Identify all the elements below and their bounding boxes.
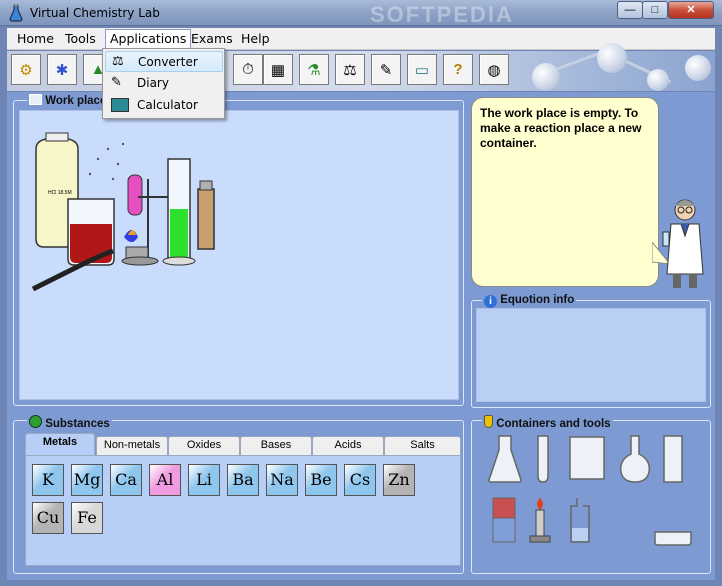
element-cs[interactable]: Cs [344, 464, 376, 496]
element-ca[interactable]: Ca [110, 464, 142, 496]
scale-icon: ⚖ [343, 61, 357, 79]
molecule-decor [647, 69, 669, 91]
menu-item-diary[interactable]: ✎ Diary [105, 73, 223, 94]
info-icon: i [484, 295, 497, 308]
beaker-icon[interactable] [567, 434, 607, 484]
substance-tabs: Metals Non-metals Oxides Bases Acids Sal… [25, 433, 461, 456]
notes-button[interactable]: ✎ [371, 54, 401, 85]
diary-icon: ✎ [111, 75, 122, 90]
title-bar: Virtual Chemistry Lab SOFTPEDIA — □ ✕ [0, 0, 722, 27]
element-zn[interactable]: Zn [383, 464, 415, 496]
scale-button[interactable]: ⚖ [335, 54, 365, 85]
substances-icon [29, 415, 42, 428]
minimize-button[interactable]: — [617, 1, 643, 19]
equation-info-title: i Equotion info [482, 294, 577, 308]
dish-button[interactable]: ◍ [479, 54, 509, 85]
element-li[interactable]: Li [188, 464, 220, 496]
element-be[interactable]: Be [305, 464, 337, 496]
message-bubble: The work place is empty. To make a react… [471, 97, 659, 287]
work-place-title: Work place [27, 94, 109, 107]
menu-help[interactable]: Help [237, 31, 274, 46]
cylinder-icon[interactable] [661, 434, 685, 484]
work-place-area[interactable]: HCl 18.5M [19, 110, 459, 400]
menu-item-converter[interactable]: ⚖ Converter [105, 51, 223, 72]
tab-metals[interactable]: Metals [25, 433, 95, 456]
element-fe[interactable]: Fe [71, 502, 103, 534]
metals-tab-content: K Mg Ca Al Li Ba Na Be Cs Zn Cu Fe [25, 455, 461, 566]
test-tube-icon[interactable] [535, 434, 551, 484]
help-button[interactable]: ? [443, 54, 473, 85]
gear-button[interactable]: ⚙ [11, 54, 41, 85]
molecule-decor [532, 63, 560, 91]
element-na[interactable]: Na [266, 464, 298, 496]
containers-icon [484, 415, 493, 428]
lab-equipment-illustration: HCl 18.5M [31, 132, 215, 292]
element-cu[interactable]: Cu [32, 502, 64, 534]
equation-info-area [476, 308, 706, 402]
watermark: SOFTPEDIA [370, 2, 514, 27]
round-flask-icon[interactable] [617, 434, 653, 484]
gear-icon: ⚙ [19, 61, 33, 79]
erlenmeyer-flask-icon[interactable] [487, 434, 523, 484]
window-title: Virtual Chemistry Lab [30, 6, 160, 20]
tab-bases[interactable]: Bases [240, 436, 312, 455]
element-k[interactable]: K [32, 464, 64, 496]
flask-app-icon [9, 4, 23, 22]
tab-acids[interactable]: Acids [312, 436, 384, 455]
dish-icon: ◍ [487, 61, 501, 79]
element-ba[interactable]: Ba [227, 464, 259, 496]
close-button[interactable]: ✕ [668, 1, 714, 19]
molecule-decor [685, 55, 711, 81]
applications-dropdown: ⚖ Converter ✎ Diary Calculator [102, 48, 225, 119]
stopwatch-button[interactable]: ⏱ [233, 54, 263, 85]
gas-flask-icon[interactable] [567, 496, 593, 546]
tab-salts[interactable]: Salts [384, 436, 461, 455]
beakers-button[interactable]: ⚗ [299, 54, 329, 85]
dish-icon[interactable] [653, 528, 693, 548]
tab-non-metals[interactable]: Non-metals [96, 436, 168, 455]
burner-icon[interactable] [527, 496, 553, 546]
notes-icon: ✎ [379, 61, 393, 79]
menu-tools[interactable]: Tools [61, 31, 100, 46]
tab-oxides[interactable]: Oxides [168, 436, 240, 455]
scale-icon: ⚖ [112, 54, 124, 69]
element-mg[interactable]: Mg [71, 464, 103, 496]
table-icon: ▦ [270, 61, 286, 79]
workplace-icon [29, 94, 42, 105]
menu-exams[interactable]: Exams [187, 31, 237, 46]
stopwatch-icon: ⏱ [242, 61, 254, 78]
containers-title: Containers and tools [482, 415, 613, 430]
display-icon: ▭ [414, 61, 430, 79]
display-button[interactable]: ▭ [407, 54, 437, 85]
menu-item-calculator[interactable]: Calculator [105, 95, 223, 116]
beakers-icon: ⚗ [307, 61, 321, 79]
menu-applications[interactable]: Applications [105, 29, 192, 49]
molecule-icon: ✱ [55, 61, 69, 79]
scientist-icon [662, 199, 704, 288]
maximize-button[interactable]: □ [642, 1, 668, 19]
menu-home[interactable]: Home [13, 31, 58, 46]
element-al[interactable]: Al [149, 464, 181, 496]
substances-title: Substances [27, 415, 112, 430]
bottle-label: HCl 18.5M [48, 190, 72, 196]
help-icon: ? [453, 61, 463, 78]
molecule-button[interactable]: ✱ [47, 54, 77, 85]
cooler-block-icon[interactable] [491, 496, 517, 546]
calculator-icon [111, 98, 129, 112]
table-button[interactable]: ▦ [263, 54, 293, 85]
molecule-decor [597, 43, 627, 73]
client-area: Work place HCl 18.5M The work place is e… [7, 92, 715, 580]
